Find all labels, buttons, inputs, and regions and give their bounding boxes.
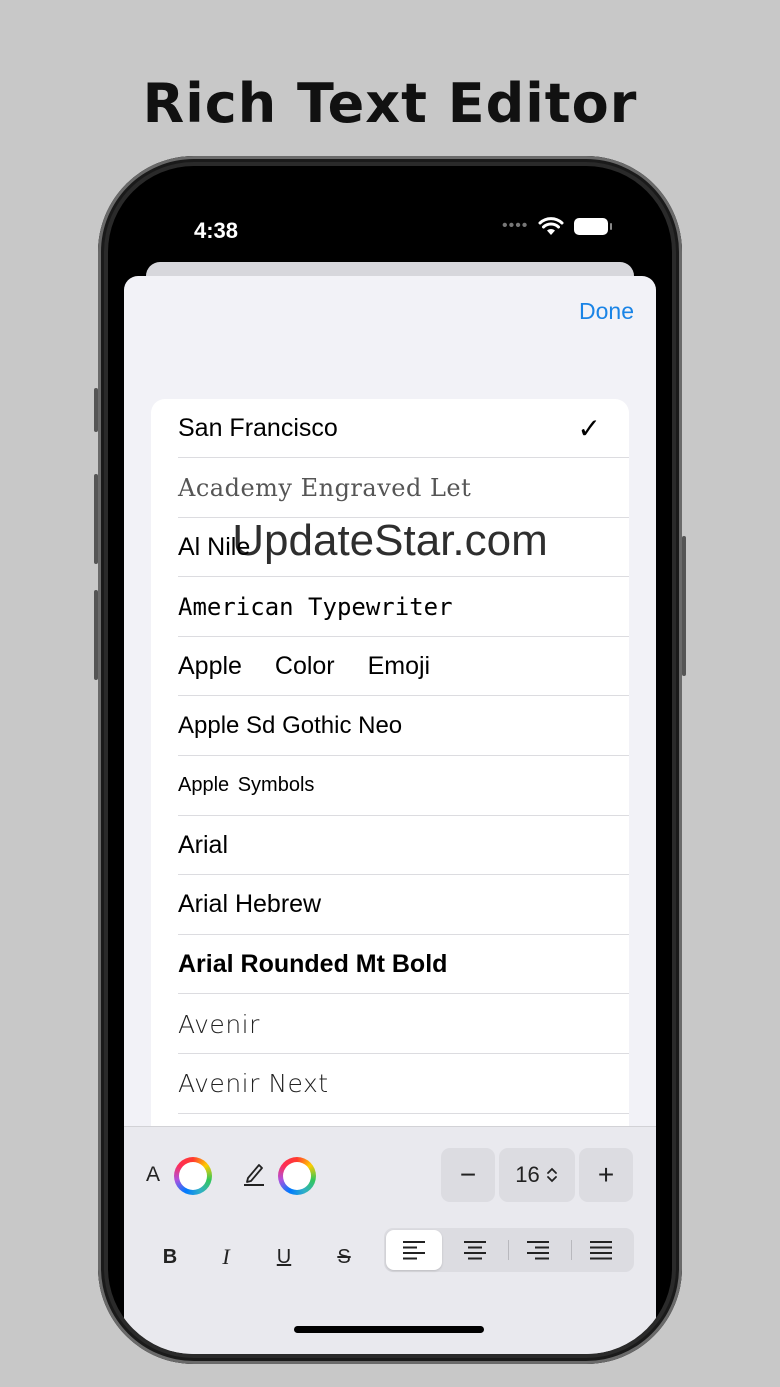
font-row-apple-symbols[interactable]: Apple Symbols [151, 756, 629, 816]
done-button[interactable]: Done [579, 298, 634, 325]
volume-down-button [94, 590, 98, 680]
font-name: Avenir Next [178, 1069, 329, 1099]
align-right-icon [527, 1241, 549, 1260]
signal-icon: •••• [502, 217, 529, 234]
font-row-apple-color-emoji[interactable]: Apple Color Emoji [151, 637, 629, 697]
font-size-selector[interactable]: 16 [499, 1148, 575, 1202]
highlighter-icon [244, 1164, 264, 1186]
font-name: Avenir [178, 1009, 260, 1039]
divider [508, 1240, 509, 1260]
strikethrough-button[interactable]: S [324, 1237, 364, 1277]
align-justify-button[interactable] [573, 1230, 629, 1270]
font-name: Al Nile [178, 532, 251, 561]
text-color-picker[interactable] [174, 1157, 212, 1195]
format-toolbar: A − 16 + B I U S [124, 1126, 656, 1354]
align-left-button[interactable] [386, 1230, 442, 1270]
font-name: Apple Symbols [178, 774, 315, 797]
increase-size-button[interactable]: + [579, 1148, 633, 1202]
align-center-button[interactable] [447, 1230, 503, 1270]
align-right-button[interactable] [510, 1230, 566, 1270]
underline-button[interactable]: U [264, 1237, 304, 1277]
font-name: San Francisco [178, 414, 338, 442]
font-row-avenir-next[interactable]: Avenir Next [151, 1054, 629, 1114]
font-name: Arial Rounded Mt Bold [178, 950, 448, 979]
font-size-value: 16 [515, 1162, 540, 1187]
battery-icon [574, 217, 613, 235]
align-center-icon [464, 1241, 486, 1260]
font-row-avenir[interactable]: Avenir [151, 994, 629, 1054]
font-list: San Francisco ✓ Academy Engraved Let Al … [151, 399, 629, 1199]
decrease-size-button[interactable]: − [441, 1148, 495, 1202]
font-row-arial-hebrew[interactable]: Arial Hebrew [151, 875, 629, 935]
font-name: Apple Color Emoji [178, 652, 431, 681]
bold-button[interactable]: B [150, 1237, 190, 1277]
status-time: 4:38 [194, 218, 239, 243]
font-row-al-nile[interactable]: Al Nile [151, 518, 629, 578]
font-row-san-francisco[interactable]: San Francisco ✓ [151, 399, 629, 458]
font-row-apple-sd-gothic-neo[interactable]: Apple Sd Gothic Neo [151, 696, 629, 756]
divider [571, 1240, 572, 1260]
font-row-american-typewriter[interactable]: American Typewriter [151, 577, 629, 637]
chevron-up-down-icon [546, 1167, 557, 1183]
wifi-icon [538, 217, 564, 235]
font-name: Apple Sd Gothic Neo [178, 712, 403, 740]
font-picker-sheet: Done San Francisco ✓ Academy Engraved Le… [124, 276, 656, 1354]
checkmark-icon: ✓ [577, 413, 601, 444]
align-left-icon [403, 1241, 425, 1260]
highlight-color-picker[interactable] [278, 1157, 316, 1195]
headline: Rich Text Editor [142, 72, 638, 135]
text-color-label: A [146, 1163, 161, 1186]
font-name: American Typewriter [178, 592, 453, 621]
screen: 4:38 •••• Done San Francisco ✓ Academy E… [108, 166, 672, 1354]
phone-frame: 4:38 •••• Done San Francisco ✓ Academy E… [94, 156, 686, 1364]
align-justify-icon [590, 1241, 612, 1260]
font-name: Academy Engraved Let [178, 473, 472, 502]
home-indicator[interactable] [294, 1326, 484, 1333]
font-row-arial[interactable]: Arial [151, 816, 629, 876]
volume-up-button [94, 474, 98, 564]
font-row-arial-rounded-mt-bold[interactable]: Arial Rounded Mt Bold [151, 935, 629, 995]
alignment-control [384, 1228, 634, 1272]
italic-button[interactable]: I [206, 1237, 246, 1277]
status-icons: •••• [502, 216, 613, 236]
font-row-academy-engraved-let[interactable]: Academy Engraved Let [151, 458, 629, 518]
mute-switch [94, 388, 98, 432]
font-name: Arial [178, 830, 229, 859]
power-button [682, 536, 686, 676]
font-name: Arial Hebrew [178, 890, 322, 919]
